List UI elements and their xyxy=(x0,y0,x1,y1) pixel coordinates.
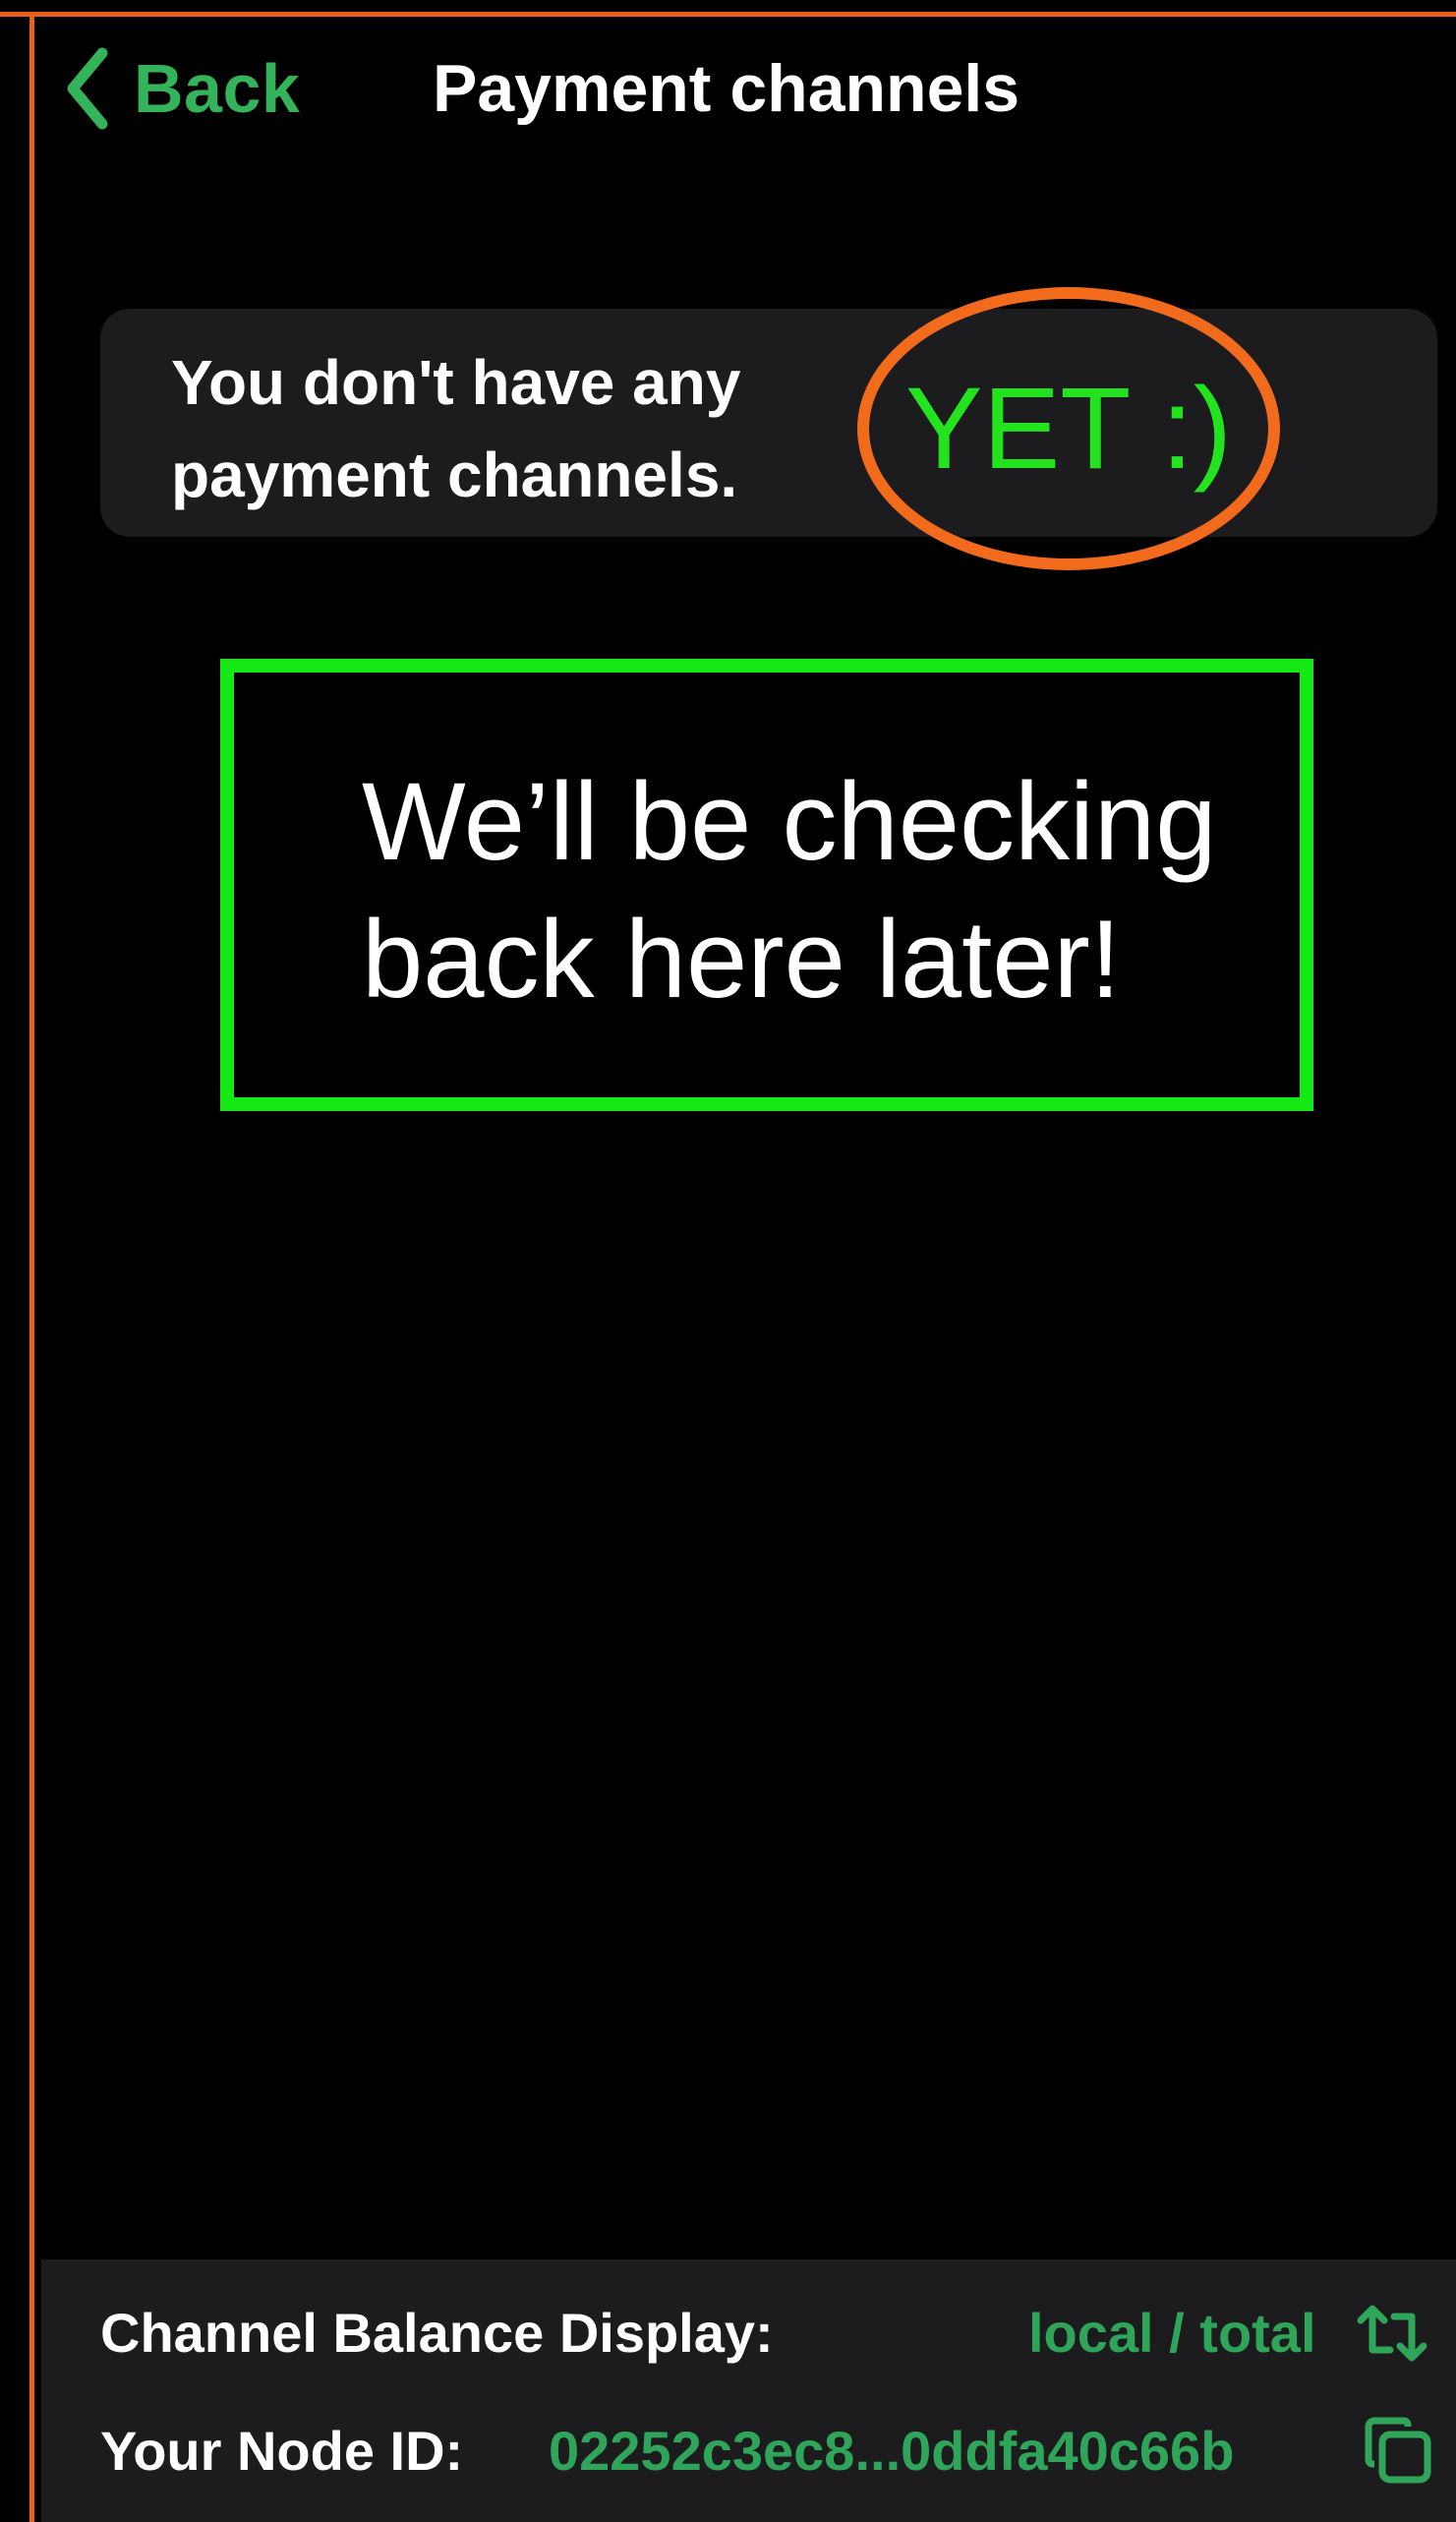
chevron-left-icon xyxy=(65,47,110,130)
swap-arrows-icon[interactable] xyxy=(1355,2303,1429,2369)
empty-state-message: You don't have any payment channels. xyxy=(171,347,741,510)
annotation-frame-left xyxy=(29,14,34,2522)
annotation-frame-top xyxy=(0,12,1456,17)
navigation-bar: Back Payment channels xyxy=(0,29,1456,147)
channel-info-footer: Channel Balance Display: local / total Y… xyxy=(41,2259,1456,2522)
annotation-note-box: We’ll be checking back here later! xyxy=(220,659,1313,1111)
balance-display-label: Channel Balance Display: xyxy=(100,2302,774,2364)
balance-display-value[interactable]: local / total xyxy=(1028,2301,1316,2365)
node-id-label: Your Node ID: xyxy=(100,2420,464,2482)
node-id-value[interactable]: 02252c3ec8...0ddfa40c66b xyxy=(549,2419,1234,2483)
page-title: Payment channels xyxy=(433,51,1020,126)
copy-icon[interactable] xyxy=(1365,2417,1433,2489)
annotation-note-text: We’ll be checking back here later! xyxy=(362,760,1217,1021)
back-label: Back xyxy=(134,50,301,127)
annotation-yet-text: YET :) xyxy=(904,364,1233,494)
back-button[interactable]: Back xyxy=(65,39,300,138)
